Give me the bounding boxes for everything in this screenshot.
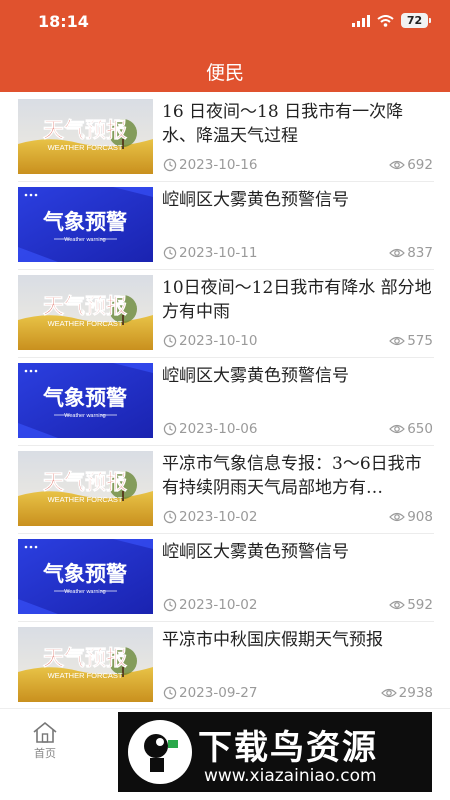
item-date: 2023-10-16 [163,157,257,173]
list-item[interactable]: 气象预警 Weather warning 崆峒区大雾黄色预警信号 2023-10… [0,358,450,446]
views-text: 592 [407,597,433,613]
svg-text:天气预报: 天气预报 [43,645,127,670]
svg-text:WEATHER FORCAST: WEATHER FORCAST [48,319,123,328]
item-title: 崆峒区大雾黄色预警信号 [162,190,349,210]
item-date: 2023-10-06 [163,421,257,437]
list-item[interactable]: 气象预警 Weather warning 崆峒区大雾黄色预警信号 2023-10… [0,182,450,270]
item-title: 平凉市中秋国庆假期天气预报 [162,630,383,650]
watermark-title: 下载鸟资源 [198,728,378,768]
date-text: 2023-10-11 [179,245,258,261]
svg-text:气象预警: 气象预警 [42,209,127,234]
svg-text:WEATHER FORCAST: WEATHER FORCAST [48,495,123,504]
svg-text:WEATHER FORCAST: WEATHER FORCAST [48,143,123,152]
signal-icon [352,14,370,27]
news-list: 天气预报 WEATHER FORCAST 16 日夜间～18 日我市有一次降水、… [0,92,450,708]
eye-icon [380,688,397,698]
views-text: 650 [407,421,433,437]
svg-text:天气预报: 天气预报 [43,469,127,494]
list-item[interactable]: 天气预报 WEATHER FORCAST 10日夜间～12日我市有降水 部分地方… [0,270,450,358]
weather-forecast-thumbnail: 天气预报 WEATHER FORCAST [18,451,153,526]
date-text: 2023-10-02 [179,509,258,525]
item-views: 837 [389,245,433,261]
item-date: 2023-10-11 [163,245,257,261]
item-views: 575 [389,333,433,349]
weather-warning-thumbnail: 气象预警 Weather warning [18,187,153,262]
item-views: 2938 [380,685,433,701]
svg-text:Weather warning: Weather warning [64,413,105,419]
clock-icon [163,158,177,172]
item-title: 平凉市气象信息专报：3～6日我市有持续阴雨天气局部地方有… [162,454,422,498]
tab-home[interactable]: 首页 [20,721,70,761]
bird-logo-icon [128,720,192,784]
list-item[interactable]: 天气预报 WEATHER FORCAST 平凉市中秋国庆假期天气预报 2023-… [0,622,450,708]
svg-text:气象预警: 气象预警 [42,385,127,410]
eye-icon [389,424,406,434]
tab-home-label: 首页 [34,747,56,760]
date-text: 2023-09-27 [179,685,258,701]
svg-text:Weather warning: Weather warning [64,237,105,243]
clock-icon [163,422,177,436]
wifi-icon [377,14,394,27]
item-views: 692 [389,157,433,173]
list-item[interactable]: 气象预警 Weather warning 崆峒区大雾黄色预警信号 2023-10… [0,534,450,622]
item-date: 2023-10-02 [163,509,257,525]
app-header: 18:14 72 便民 [0,0,450,92]
item-title: 崆峒区大雾黄色预警信号 [162,366,349,386]
weather-forecast-thumbnail: 天气预报 WEATHER FORCAST [18,275,153,350]
eye-icon [389,512,406,522]
svg-text:Weather warning: Weather warning [64,589,105,595]
views-text: 908 [407,509,433,525]
item-views: 650 [389,421,433,437]
clock-icon [163,510,177,524]
page-title: 便民 [205,62,244,84]
item-title: 10日夜间～12日我市有降水 部分地方有中雨 [162,278,432,322]
clock-icon [163,334,177,348]
views-text: 692 [407,157,433,173]
eye-icon [389,160,406,170]
item-views: 908 [389,509,433,525]
item-date: 2023-09-27 [163,685,257,701]
clock-icon [163,686,177,700]
item-title: 崆峒区大雾黄色预警信号 [162,542,349,562]
watermark-url: www.xiazainiao.com [204,766,377,786]
list-item[interactable]: 天气预报 WEATHER FORCAST 16 日夜间～18 日我市有一次降水、… [0,94,450,182]
eye-icon [389,336,406,346]
list-item[interactable]: 天气预报 WEATHER FORCAST 平凉市气象信息专报：3～6日我市有持续… [0,446,450,534]
eye-icon [389,600,406,610]
weather-warning-thumbnail: 气象预警 Weather warning [18,539,153,614]
home-icon [33,721,57,743]
status-time: 18:14 [38,12,89,31]
date-text: 2023-10-16 [179,157,258,173]
date-text: 2023-10-02 [179,597,258,613]
item-date: 2023-10-02 [163,597,257,613]
battery-icon: 72 [401,13,431,28]
item-date: 2023-10-10 [163,333,257,349]
svg-text:气象预警: 气象预警 [42,561,127,586]
weather-warning-thumbnail: 气象预警 Weather warning [18,363,153,438]
item-views: 592 [389,597,433,613]
item-title: 16 日夜间～18 日我市有一次降水、降温天气过程 [162,102,404,146]
date-text: 2023-10-06 [179,421,258,437]
status-icons: 72 [352,13,431,28]
eye-icon [389,248,406,258]
svg-text:天气预报: 天气预报 [43,117,127,142]
weather-forecast-thumbnail: 天气预报 WEATHER FORCAST [18,627,153,702]
clock-icon [163,598,177,612]
views-text: 575 [407,333,433,349]
status-bar: 18:14 72 [0,0,450,44]
clock-icon [163,246,177,260]
views-text: 2938 [398,685,433,701]
watermark-banner: 下载鸟资源 www.xiazainiao.com [118,712,432,792]
weather-forecast-thumbnail: 天气预报 WEATHER FORCAST [18,99,153,174]
svg-text:WEATHER FORCAST: WEATHER FORCAST [48,671,123,680]
date-text: 2023-10-10 [179,333,258,349]
views-text: 837 [407,245,433,261]
svg-text:天气预报: 天气预报 [43,293,127,318]
